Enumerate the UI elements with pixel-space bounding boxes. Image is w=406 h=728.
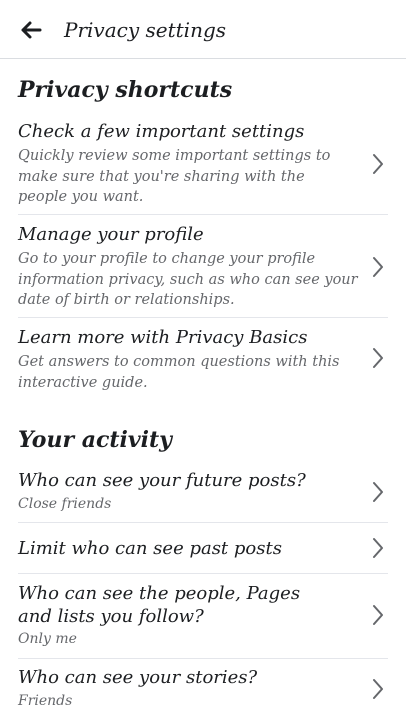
row-description: Get answers to common questions with thi… <box>18 354 340 391</box>
chevron-right-icon <box>373 679 383 699</box>
row-description: Go to your profile to change your profil… <box>18 251 358 308</box>
row-value: Close friends <box>18 496 112 512</box>
shortcut-privacy-basics[interactable]: Learn more with Privacy Basics Get answe… <box>0 318 406 402</box>
activity-people-pages-lists[interactable]: Who can see the people, Pages and lists … <box>0 574 406 658</box>
row-title: Limit who can see past posts <box>18 538 282 559</box>
chevron-right-icon <box>373 257 383 277</box>
top-app-bar: Privacy settings <box>0 0 406 59</box>
section-heading-privacy-shortcuts: Privacy shortcuts <box>18 77 233 103</box>
row-title: Who can see the people, Pages and lists … <box>18 583 301 627</box>
section-heading-your-activity: Your activity <box>18 427 172 453</box>
shortcut-manage-profile[interactable]: Manage your profile Go to your profile t… <box>0 215 406 317</box>
chevron-right-icon <box>373 538 383 558</box>
activity-stories[interactable]: Who can see your stories? Friends <box>0 659 406 728</box>
activity-limit-past-posts[interactable]: Limit who can see past posts <box>0 523 406 573</box>
row-title: Who can see your stories? <box>18 667 258 688</box>
row-description: Quickly review some important settings t… <box>18 148 331 205</box>
back-button[interactable] <box>18 17 44 43</box>
chevron-right-icon <box>373 154 383 174</box>
row-title: Check a few important settings <box>18 121 305 142</box>
chevron-right-icon <box>373 482 383 502</box>
back-arrow-icon <box>21 21 42 39</box>
row-title: Manage your profile <box>18 224 204 245</box>
page-title: Privacy settings <box>64 18 227 42</box>
row-title: Learn more with Privacy Basics <box>18 327 308 348</box>
chevron-right-icon <box>373 605 383 625</box>
row-value: Friends <box>18 693 73 709</box>
row-value: Only me <box>18 631 77 647</box>
row-title: Who can see your future posts? <box>18 470 306 491</box>
chevron-right-icon <box>373 348 383 368</box>
shortcut-check-important-settings[interactable]: Check a few important settings Quickly r… <box>0 112 406 214</box>
activity-future-posts[interactable]: Who can see your future posts? Close fri… <box>0 462 406 522</box>
